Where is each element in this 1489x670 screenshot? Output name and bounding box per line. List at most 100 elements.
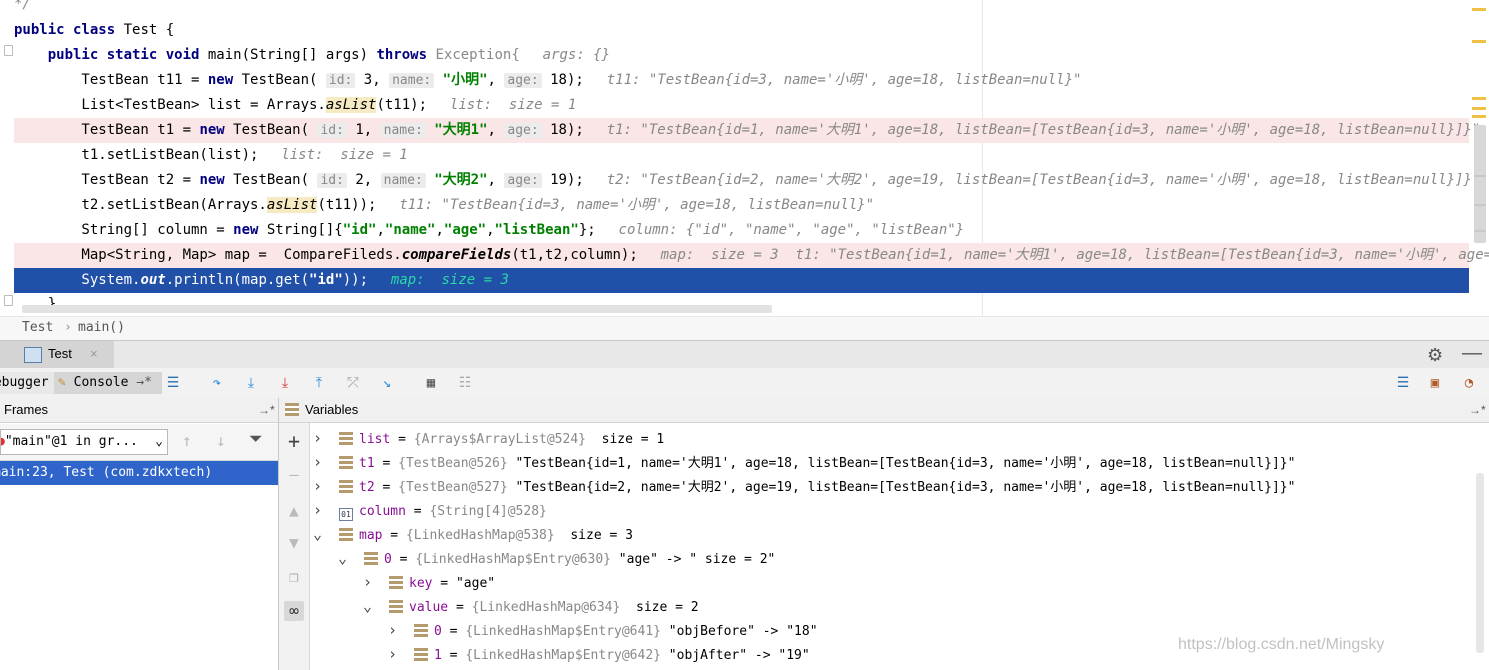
- code-line[interactable]: */: [14, 0, 1469, 17]
- fold-marker[interactable]: [4, 45, 13, 56]
- step-over-icon[interactable]: ↷: [208, 374, 226, 392]
- error-stripe-mark[interactable]: [1472, 97, 1486, 100]
- trace-icon[interactable]: ☷: [456, 374, 474, 392]
- code-token: "大明1": [425, 122, 488, 138]
- variable-row[interactable]: › key = "age": [363, 570, 495, 594]
- code-token: 18);: [541, 122, 601, 138]
- variable-row[interactable]: ⌄ value = {LinkedHashMap@634} size = 2: [363, 594, 699, 618]
- remove-watch-icon[interactable]: —: [284, 465, 304, 485]
- console-icon: ✎: [58, 375, 66, 390]
- stack-frame-label: main:23, Test (com.zdkxtech): [0, 465, 213, 480]
- variable-row[interactable]: › t2 = {TestBean@527} "TestBean{id=2, nam…: [313, 474, 1295, 498]
- code-line[interactable]: TestBean t2 = new TestBean( id: 2, name:…: [14, 168, 1480, 193]
- code-token: public static void: [47, 47, 200, 63]
- code-token: asList: [325, 97, 377, 113]
- gear-icon[interactable]: ⚙: [1427, 345, 1443, 366]
- inline-debug-value: args: {}: [542, 47, 611, 63]
- pin-arrow-icon[interactable]: →*: [1469, 398, 1486, 422]
- inline-debug-value: list: size = 1: [449, 97, 577, 113]
- close-icon[interactable]: ×: [90, 346, 98, 361]
- step-out-icon[interactable]: ⤒: [310, 374, 328, 392]
- chevron-right-icon[interactable]: ›: [313, 474, 325, 498]
- code-token: TestBean t11 =: [14, 72, 208, 88]
- variable-reference: {LinkedHashMap@538}: [405, 528, 555, 543]
- move-up-icon[interactable]: ▲: [284, 501, 304, 521]
- code-line[interactable]: TestBean t11 = new TestBean( id: 3, name…: [14, 68, 1469, 93]
- thread-selector[interactable]: ●"main"@1 in gr... ⌄: [0, 429, 168, 455]
- arrow-down-icon[interactable]: ↓: [216, 431, 226, 450]
- code-line-breakpoint[interactable]: TestBean t1 = new TestBean( id: 1, name:…: [14, 118, 1480, 143]
- fold-marker[interactable]: [4, 295, 13, 306]
- breadcrumb-method[interactable]: main(): [78, 317, 125, 339]
- copy-icon[interactable]: ❐: [284, 567, 304, 587]
- debugger-tab[interactable]: Debugger: [0, 372, 60, 394]
- variable-row[interactable]: › 0 = {LinkedHashMap$Entry@641} "objBefor…: [388, 618, 818, 642]
- chevron-down-icon[interactable]: ⌄: [338, 546, 350, 570]
- variable-row[interactable]: › 01 column = {String[4]@528}: [313, 498, 547, 522]
- evaluate-expression-icon[interactable]: ▦: [422, 374, 440, 392]
- editor-gutter[interactable]: [0, 0, 14, 316]
- debug-run-tab[interactable]: Test ×: [0, 341, 114, 369]
- code-line[interactable]: String[] column = new String[]{"id","nam…: [14, 218, 1469, 243]
- thread-selector-row: ●"main"@1 in gr... ⌄ ↑ ↓ ⏷: [0, 424, 278, 461]
- variable-row[interactable]: ⌄ 0 = {LinkedHashMap$Entry@630} "age" -> …: [338, 546, 775, 570]
- code-line[interactable]: List<TestBean> list = Arrays.asList(t11)…: [14, 93, 1469, 118]
- chevron-down-icon[interactable]: ⌄: [363, 594, 375, 618]
- run-to-cursor-icon[interactable]: ↘: [378, 374, 396, 392]
- error-stripe-mark[interactable]: [1472, 8, 1486, 11]
- field-icon: [414, 648, 428, 661]
- code-token: main(String[] args): [199, 47, 377, 63]
- code-line[interactable]: t1.setListBean(list); list: size = 1: [14, 143, 1469, 168]
- code-editor[interactable]: */ public class Test { public static void…: [0, 0, 1489, 316]
- variable-row[interactable]: › 1 = {LinkedHashMap$Entry@642} "objAfter…: [388, 642, 810, 666]
- code-token: ,: [376, 222, 385, 238]
- chevron-right-icon[interactable]: ›: [388, 618, 400, 642]
- chevron-down-icon[interactable]: ⌄: [313, 522, 325, 546]
- move-down-icon[interactable]: ▼: [284, 533, 304, 553]
- pin-arrow-icon[interactable]: →*: [258, 398, 275, 422]
- variable-value: "age" -> " size = 2": [610, 552, 776, 567]
- chevron-right-icon[interactable]: ›: [363, 570, 375, 594]
- horizontal-scrollbar[interactable]: [22, 305, 772, 313]
- filter-icon[interactable]: ⏷: [249, 429, 263, 449]
- force-step-into-icon[interactable]: ⤓: [276, 374, 294, 392]
- variable-row[interactable]: ⌄ map = {LinkedHashMap@538} size = 3: [313, 522, 633, 546]
- chevron-right-icon[interactable]: ›: [313, 450, 325, 474]
- variable-name: 0: [434, 624, 442, 639]
- variable-row[interactable]: › t1 = {TestBean@526} "TestBean{id=1, nam…: [313, 450, 1295, 474]
- console-tab[interactable]: ✎ Console →*: [54, 372, 162, 394]
- step-into-icon[interactable]: ⤓: [242, 374, 260, 392]
- code-token: TestBean(: [224, 172, 318, 188]
- code-line-current[interactable]: System.out.println(map.get("id")); map: …: [14, 268, 1469, 293]
- gauge-icon[interactable]: ◔: [1460, 374, 1478, 392]
- restore-layout-icon[interactable]: ☰: [1394, 374, 1412, 392]
- arrow-up-icon[interactable]: ↑: [182, 431, 192, 450]
- drop-frame-icon[interactable]: ⤱: [344, 374, 362, 392]
- chevron-right-icon[interactable]: ›: [313, 426, 325, 450]
- variable-reference: {Arrays$ArrayList@524}: [413, 432, 586, 447]
- code-line-breakpoint[interactable]: Map<String, Map> map = CompareFileds.com…: [14, 243, 1489, 268]
- watches-toggle-icon[interactable]: ∞: [284, 601, 304, 621]
- error-stripe-mark[interactable]: [1472, 40, 1486, 43]
- chevron-right-icon[interactable]: ›: [313, 498, 325, 522]
- error-stripe-mark[interactable]: [1472, 107, 1486, 110]
- error-stripe-mark[interactable]: [1472, 115, 1486, 118]
- stack-frame-selected[interactable]: main:23, Test (com.zdkxtech): [0, 461, 278, 485]
- variable-value: "objBefore" -> "18": [660, 624, 818, 639]
- chevron-right-icon[interactable]: ›: [388, 642, 400, 666]
- code-line[interactable]: t2.setListBean(Arrays.asList(t11)); t11:…: [14, 193, 1469, 218]
- parameter-hint: id:: [317, 123, 347, 138]
- equals-sign: =: [374, 456, 399, 471]
- parameter-hint: age:: [504, 73, 542, 88]
- settings-layout-icon[interactable]: ▣: [1426, 374, 1444, 392]
- vertical-scrollbar[interactable]: [1474, 125, 1486, 243]
- variable-row[interactable]: › list = {Arrays$ArrayList@524} size = 1: [313, 426, 664, 450]
- variables-scrollbar[interactable]: [1476, 473, 1484, 653]
- code-line[interactable]: public static void main(String[] args) t…: [14, 43, 1469, 68]
- breadcrumb-class[interactable]: Test: [22, 317, 53, 339]
- code-line[interactable]: public class Test {: [14, 18, 1469, 43]
- code-token: public class: [14, 22, 116, 38]
- minimize-icon[interactable]: —: [1462, 342, 1482, 365]
- add-watch-icon[interactable]: +: [284, 431, 304, 451]
- show-execution-point-icon[interactable]: ☰: [164, 374, 182, 392]
